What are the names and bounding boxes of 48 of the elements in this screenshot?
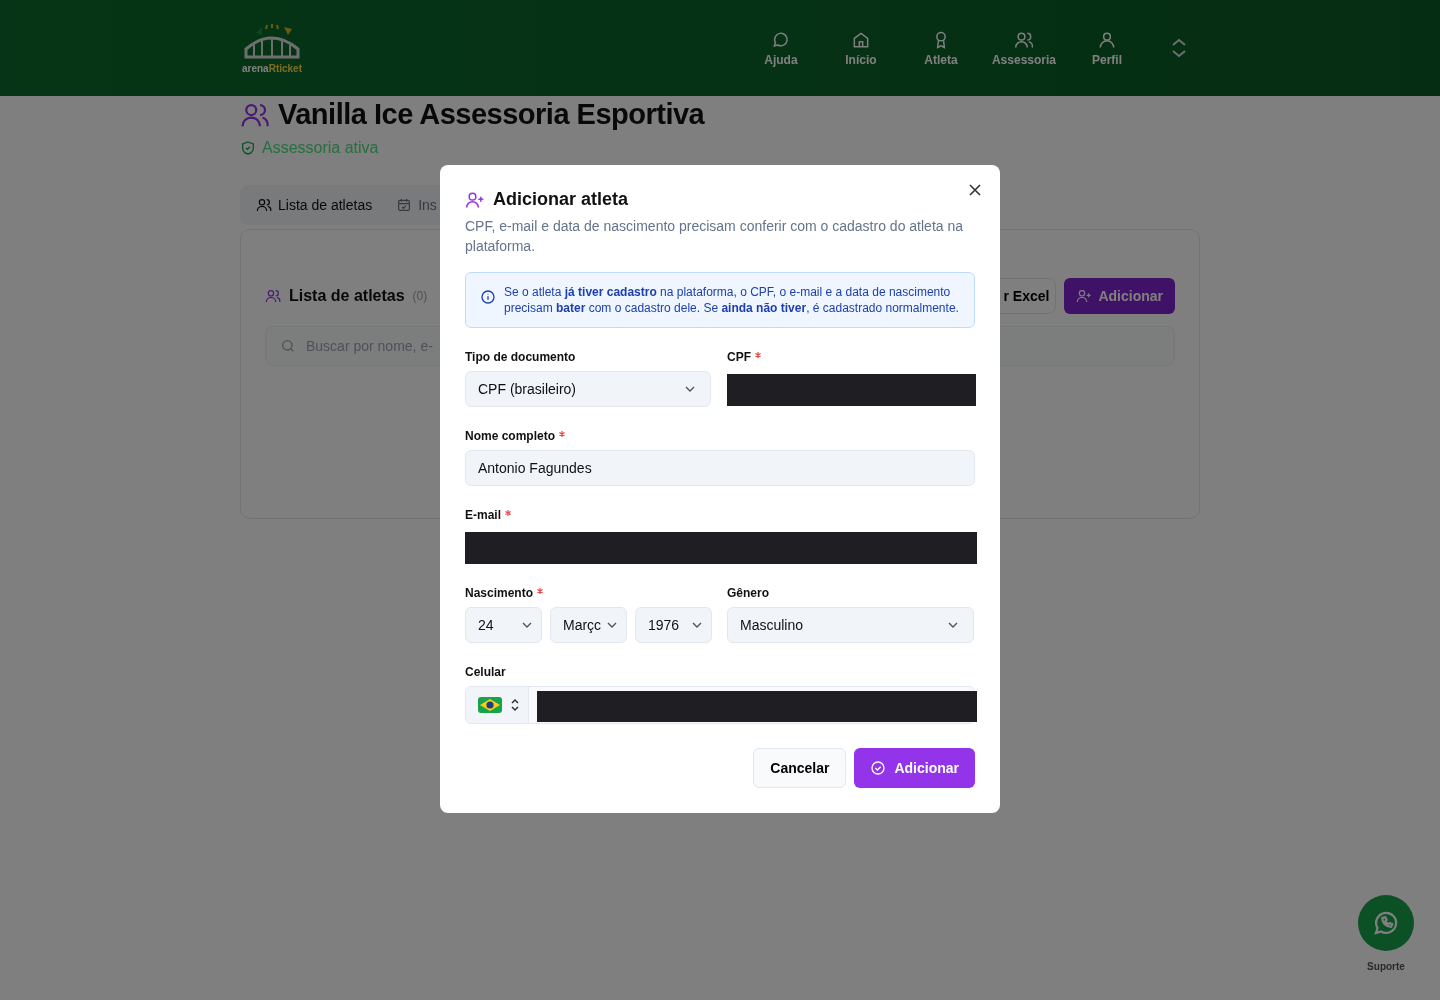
field-label: Tipo de documento bbox=[465, 350, 577, 364]
add-button[interactable]: Adicionar bbox=[1064, 278, 1175, 314]
users-icon bbox=[256, 197, 272, 213]
whatsapp-button[interactable] bbox=[1358, 895, 1414, 951]
flag-icon bbox=[478, 697, 502, 713]
tab[interactable]: Ins bbox=[388, 189, 445, 221]
gender-select[interactable]: Masculino bbox=[727, 607, 974, 643]
redacted-phone-field[interactable] bbox=[537, 691, 977, 722]
add-athlete-button[interactable]: Adicionar bbox=[854, 748, 975, 788]
card-title: Lista de atletas bbox=[289, 287, 405, 305]
up-down-chevron-icon bbox=[510, 698, 520, 712]
country-select[interactable] bbox=[466, 687, 529, 723]
field-label: Nascimento bbox=[465, 586, 534, 600]
field-label: Gênero bbox=[727, 586, 770, 600]
nav-link[interactable]: Atleta bbox=[911, 29, 970, 67]
search-icon bbox=[280, 338, 296, 354]
info-text: Se o atleta já tiver cadastro na plataforma, o CPF, o e-mail e a data de nascimento precisam bater com o cadastro dele. Se ainda não tiver, é cadastrado normalmente. bbox=[504, 284, 960, 316]
document-type-select[interactable]: CPF (brasileiro) bbox=[465, 371, 711, 407]
users-icon bbox=[265, 288, 281, 304]
user-plus-icon bbox=[1076, 288, 1093, 304]
nav-link[interactable]: Assessoria bbox=[991, 29, 1056, 67]
field-label: CPF bbox=[727, 350, 751, 364]
page-title: Vanilla Ice Assessoria Esportiva bbox=[278, 98, 705, 131]
calendar-icon bbox=[396, 197, 413, 213]
dialog-title: Adicionar atleta bbox=[493, 189, 629, 210]
field-label: Nome completo bbox=[465, 429, 555, 443]
expand-icon[interactable] bbox=[1170, 37, 1188, 59]
cancel-button[interactable]: Cancelar bbox=[753, 748, 847, 788]
redacted-email-field[interactable] bbox=[465, 532, 977, 564]
year-select[interactable]: 1976 bbox=[635, 607, 712, 643]
redacted-cpf-field[interactable] bbox=[727, 374, 976, 406]
close-icon[interactable] bbox=[968, 183, 982, 197]
field-label: Celular bbox=[465, 665, 507, 679]
dialog-description: CPF, e-mail e data de nascimento precisam conferir com o cadastro do atleta na plataforma. bbox=[465, 217, 965, 256]
shield-check-icon bbox=[240, 140, 256, 156]
nav-link[interactable]: Ajuda bbox=[751, 29, 810, 67]
nav-link[interactable]: Início bbox=[831, 29, 890, 67]
tab[interactable]: Lista de atletas bbox=[248, 189, 381, 221]
support-label: Suporte bbox=[1367, 961, 1405, 972]
nav-link[interactable]: Perfil bbox=[1078, 29, 1136, 67]
status-text: Assessoria ativa bbox=[262, 139, 379, 157]
logo-text: arenaRticket bbox=[241, 62, 302, 74]
day-select[interactable]: 24 bbox=[465, 607, 542, 643]
month-select[interactable]: Marçc bbox=[550, 607, 627, 643]
field-label: E-mail bbox=[465, 508, 501, 522]
name-field[interactable]: Antonio Fagundes bbox=[465, 450, 975, 486]
check-circle-icon bbox=[870, 760, 887, 776]
info-icon bbox=[480, 289, 496, 305]
